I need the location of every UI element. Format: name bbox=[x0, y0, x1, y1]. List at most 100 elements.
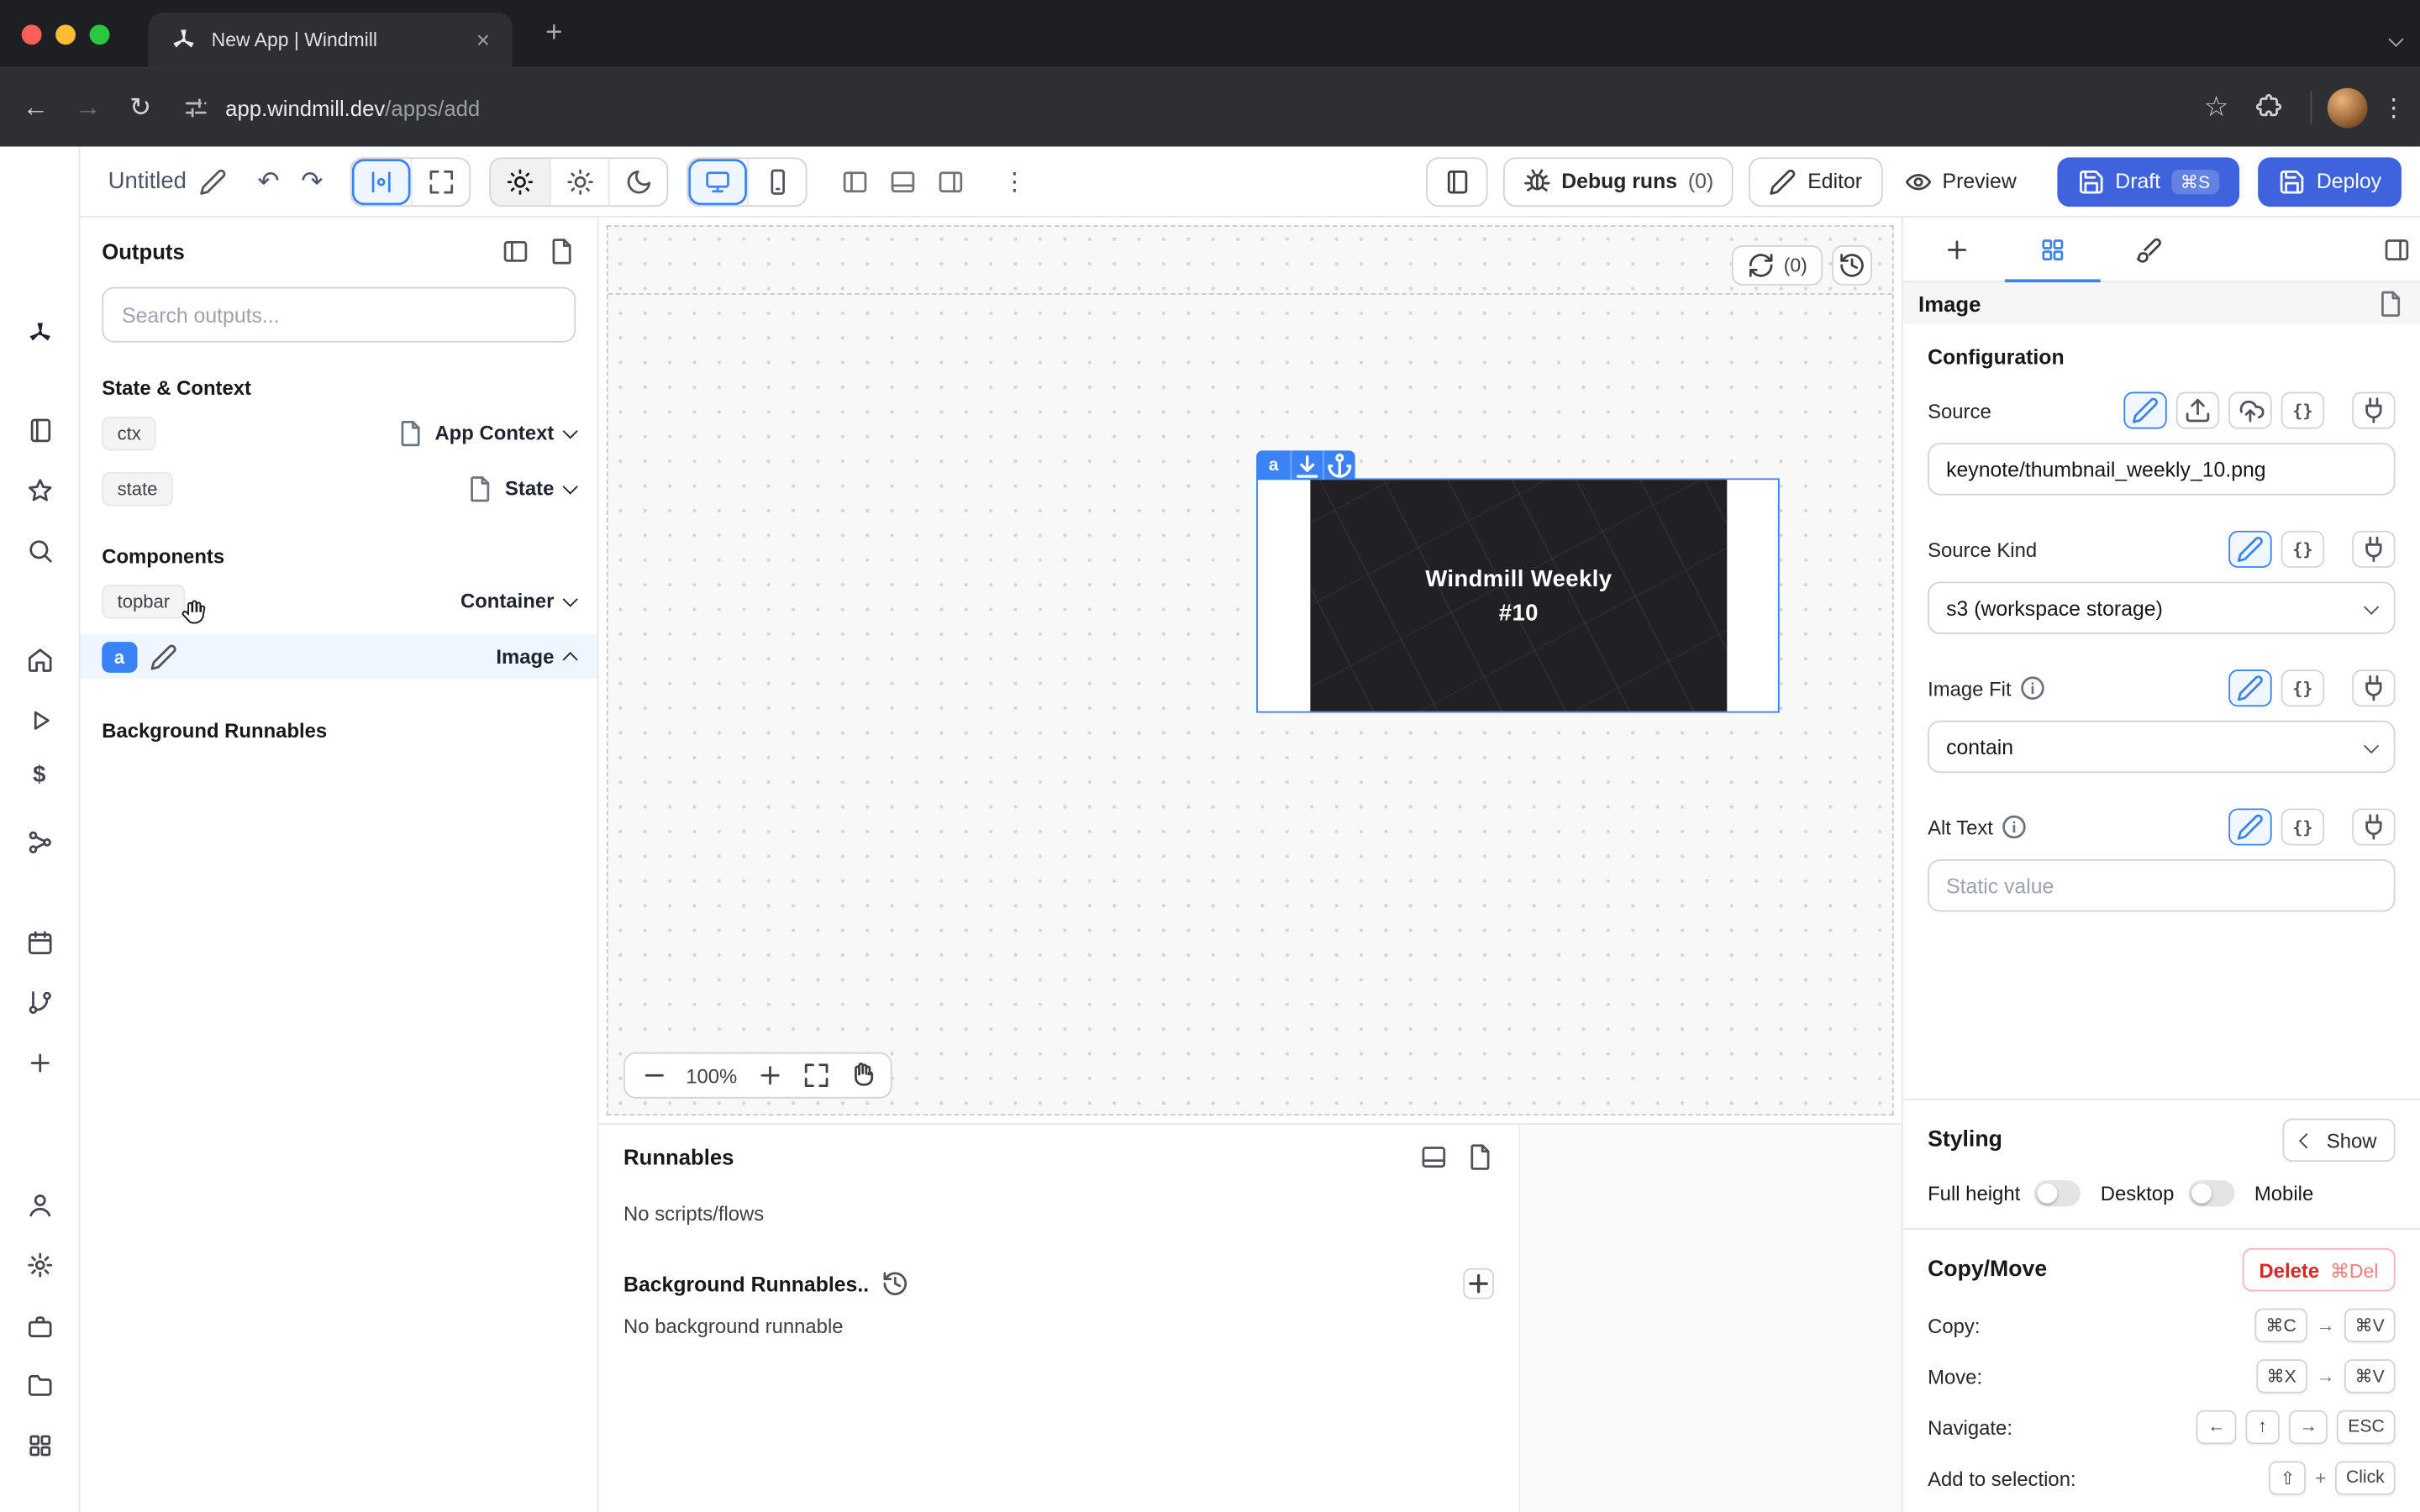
eval-code-button[interactable]: {} bbox=[2281, 392, 2324, 429]
doc-list-icon[interactable] bbox=[548, 238, 576, 265]
connect-output-button[interactable] bbox=[2352, 531, 2395, 568]
component-badge[interactable]: topbar bbox=[102, 584, 185, 617]
tab-global-styling[interactable] bbox=[2134, 235, 2162, 263]
browser-tab[interactable]: New App | Windmill × bbox=[148, 13, 512, 68]
forward-button[interactable]: → bbox=[61, 92, 113, 123]
anchor-component-button[interactable] bbox=[1323, 450, 1356, 480]
output-row-ctx[interactable]: ctx App Context bbox=[102, 411, 576, 455]
redo-button[interactable]: ↷ bbox=[301, 165, 323, 197]
tab-insert-component[interactable] bbox=[1943, 235, 1970, 263]
new-tab-button[interactable]: + bbox=[534, 14, 575, 55]
deploy-button[interactable]: Deploy bbox=[2258, 156, 2402, 206]
static-input-mode-button[interactable] bbox=[2228, 808, 2271, 845]
maximize-window-button[interactable] bbox=[90, 24, 110, 45]
source-input[interactable] bbox=[1928, 443, 2396, 495]
output-badge[interactable]: state bbox=[102, 471, 173, 505]
draft-button[interactable]: Draft ⌘S bbox=[2057, 156, 2240, 206]
toggle-bottom-panel-icon[interactable] bbox=[890, 167, 918, 195]
editor-button[interactable]: Editor bbox=[1749, 156, 1881, 206]
extensions-puzzle-icon[interactable] bbox=[2254, 93, 2282, 121]
theme-auto-button[interactable] bbox=[550, 158, 609, 204]
connect-output-button[interactable] bbox=[2352, 392, 2395, 429]
collapse-panel-icon[interactable] bbox=[2383, 235, 2411, 263]
component-row-a-selected[interactable]: a Image bbox=[81, 634, 597, 679]
site-info-icon[interactable] bbox=[182, 93, 210, 121]
browser-menu-kebab-icon[interactable]: ⋮ bbox=[2368, 92, 2420, 123]
delete-component-button[interactable]: Delete ⌘Del bbox=[2242, 1248, 2395, 1291]
close-window-button[interactable] bbox=[22, 24, 42, 45]
sidebar-runs-icon[interactable] bbox=[25, 706, 53, 734]
sidebar-variables-icon[interactable]: $ bbox=[33, 762, 45, 788]
more-options-kebab-icon[interactable]: ⋮ bbox=[1002, 165, 1027, 197]
connect-output-button[interactable] bbox=[2352, 669, 2395, 706]
canvas-grid[interactable]: (0) a Windmill Weekly #10 100 bbox=[607, 225, 1894, 1116]
theme-dark-button[interactable] bbox=[608, 158, 667, 204]
docs-button[interactable] bbox=[1426, 156, 1487, 206]
rename-pencil-icon[interactable] bbox=[199, 167, 227, 195]
tab-search-button[interactable] bbox=[2391, 24, 2402, 52]
reload-button[interactable]: ↻ bbox=[114, 92, 166, 123]
s3-upload-button[interactable] bbox=[2228, 392, 2271, 429]
sidebar-schedules-icon[interactable] bbox=[25, 929, 53, 957]
mobile-view-button[interactable] bbox=[748, 158, 807, 204]
debug-runs-button[interactable]: Debug runs (0) bbox=[1502, 156, 1733, 206]
desktop-toggle[interactable] bbox=[2188, 1180, 2234, 1206]
refresh-app-button[interactable]: (0) bbox=[1731, 245, 1823, 286]
chevron-down-icon[interactable] bbox=[563, 423, 578, 438]
preview-button[interactable]: Preview bbox=[1886, 156, 2035, 206]
eval-code-button[interactable]: {} bbox=[2281, 808, 2324, 845]
undo-button[interactable]: ↶ bbox=[257, 165, 279, 197]
tab-close-icon[interactable]: × bbox=[469, 27, 497, 53]
pan-hand-button[interactable] bbox=[841, 1057, 883, 1094]
address-bar[interactable]: app.windmill.dev/apps/add bbox=[182, 93, 2191, 121]
center-content-button[interactable] bbox=[352, 158, 411, 204]
static-input-mode-button[interactable] bbox=[2228, 669, 2271, 706]
selection-id-label[interactable]: a bbox=[1256, 450, 1291, 480]
output-badge[interactable]: ctx bbox=[102, 416, 156, 449]
theme-light-button[interactable] bbox=[492, 158, 550, 204]
image-fit-select[interactable]: contain bbox=[1928, 721, 2396, 773]
chevron-down-icon[interactable] bbox=[563, 591, 578, 606]
image-component-content[interactable]: Windmill Weekly #10 bbox=[1310, 480, 1727, 711]
edit-id-pencil-icon[interactable] bbox=[150, 643, 177, 670]
selected-component-badge[interactable]: a bbox=[102, 641, 137, 672]
chevron-down-icon[interactable] bbox=[563, 479, 578, 494]
sidebar-workers-icon[interactable] bbox=[25, 1313, 53, 1341]
bookmark-star-icon[interactable]: ☆ bbox=[2190, 91, 2242, 123]
sidebar-settings-icon[interactable] bbox=[25, 1252, 53, 1279]
connect-output-button[interactable] bbox=[2352, 808, 2395, 845]
sidebar-favorites-icon[interactable] bbox=[25, 477, 53, 505]
sidebar-folders-icon[interactable] bbox=[25, 1372, 53, 1399]
dock-panel-icon[interactable] bbox=[1420, 1143, 1448, 1171]
full-height-toggle[interactable] bbox=[2034, 1180, 2081, 1206]
desktop-view-button[interactable] bbox=[689, 158, 748, 204]
back-button[interactable]: ← bbox=[9, 92, 61, 123]
static-input-mode-button[interactable] bbox=[2228, 531, 2271, 568]
doc-list-icon[interactable] bbox=[1466, 1143, 1494, 1171]
static-input-mode-button[interactable] bbox=[2123, 392, 2166, 429]
zoom-out-button[interactable] bbox=[633, 1057, 675, 1094]
tab-component-settings[interactable] bbox=[2039, 235, 2066, 263]
toggle-left-panel-icon[interactable] bbox=[842, 167, 870, 195]
sidebar-resources-icon[interactable] bbox=[25, 828, 53, 856]
sidebar-search-icon[interactable] bbox=[25, 537, 53, 564]
show-styling-button[interactable]: Show bbox=[2283, 1119, 2395, 1162]
output-row-state[interactable]: state State bbox=[102, 466, 576, 511]
eval-code-button[interactable]: {} bbox=[2281, 669, 2324, 706]
minimize-window-button[interactable] bbox=[55, 24, 76, 45]
add-background-runnable-button[interactable] bbox=[1463, 1268, 1494, 1299]
copy-id-icon[interactable] bbox=[2377, 289, 2405, 317]
topbar-container-zone[interactable] bbox=[608, 227, 1892, 295]
sidebar-home-icon[interactable] bbox=[25, 647, 53, 675]
upload-file-button[interactable] bbox=[2176, 392, 2219, 429]
outputs-search-input[interactable] bbox=[102, 287, 576, 343]
sidebar-docs-icon[interactable] bbox=[25, 417, 53, 444]
alt-text-input[interactable] bbox=[1928, 859, 2396, 911]
fullscreen-button[interactable] bbox=[411, 158, 470, 204]
expand-component-button[interactable] bbox=[1291, 450, 1323, 480]
fit-to-screen-button[interactable] bbox=[795, 1057, 837, 1094]
toggle-right-panel-icon[interactable] bbox=[938, 167, 965, 195]
profile-avatar[interactable] bbox=[2328, 87, 2368, 128]
eval-code-button[interactable]: {} bbox=[2281, 531, 2324, 568]
selected-image-component[interactable]: a Windmill Weekly #10 bbox=[1256, 478, 1780, 712]
